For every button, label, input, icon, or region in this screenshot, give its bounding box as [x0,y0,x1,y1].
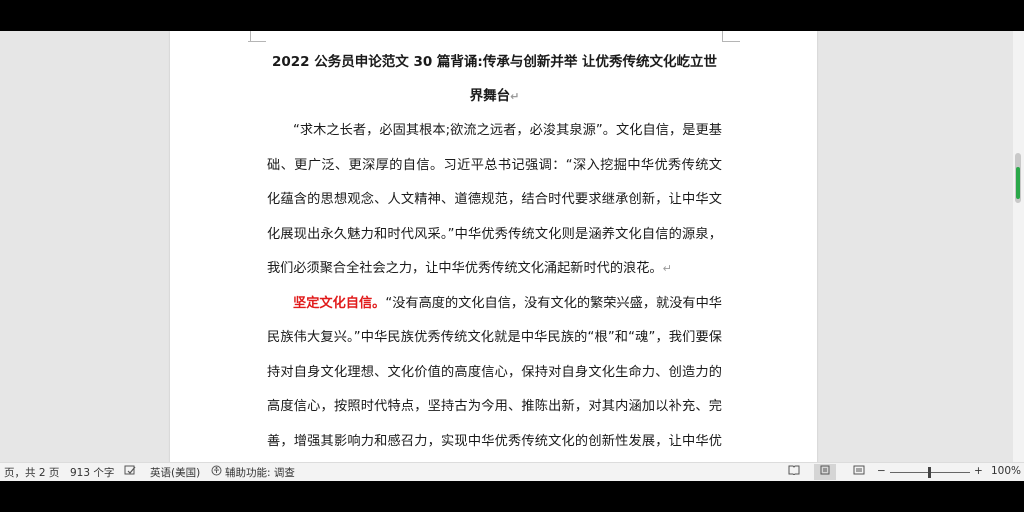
accessibility-label: 辅助功能: 调查 [225,467,295,479]
document-area[interactable]: 2022 公务员申论范文 30 篇背诵:传承与创新并举 让优秀传统文化屹立世 界… [0,31,1024,462]
language-indicator[interactable]: 英语(美国) [150,465,200,480]
accessibility-icon [211,465,222,479]
web-layout-icon[interactable] [848,464,870,480]
paragraph-1: “求木之长者，必固其根本;欲流之远者，必浚其泉源”。文化自信，是更基础、更广泛、… [267,114,722,287]
letterbox-bottom [0,481,1024,512]
scrollbar-accent [1016,167,1020,199]
document-page[interactable]: 2022 公务员申论范文 30 篇背诵:传承与创新并举 让优秀传统文化屹立世 界… [170,31,817,462]
paragraph-2-heading: 坚定文化自信。 [293,295,386,311]
letterbox-top [0,0,1024,31]
margin-marker-top-right [722,31,723,41]
read-mode-icon[interactable] [783,464,805,480]
paragraph-1-text: “求木之长者，必固其根本;欲流之远者，必浚其泉源”。文化自信，是更基础、更广泛、… [267,123,722,276]
paragraph-mark: ↵ [662,262,672,275]
status-bar: 页，共 2 页 913 个字 英语(美国) 辅助功能: 调查 − + 100% [0,462,1024,482]
document-content[interactable]: 2022 公务员申论范文 30 篇背诵:传承与创新并举 让优秀传统文化屹立世 界… [267,45,722,462]
word-count[interactable]: 913 个字 [70,465,114,480]
proofing-icon[interactable] [124,465,137,480]
margin-marker-top-left-h [248,41,266,42]
margin-marker-top-right-h [722,41,740,42]
zoom-slider-thumb[interactable] [928,467,931,478]
title-line-2: 界舞台 [469,88,511,104]
title-line-1: 2022 公务员申论范文 30 篇背诵:传承与创新并举 让优秀传统文化屹立世 [271,54,718,70]
vertical-scrollbar[interactable] [1013,31,1024,462]
zoom-out-button[interactable]: − [877,465,886,477]
paragraph-2-text: “没有高度的文化自信，没有文化的繁荣兴盛，就没有中华民族伟大复兴。”中华民族优秀… [267,295,722,449]
proofing-icon-svg [124,465,136,475]
zoom-in-button[interactable]: + [974,465,983,477]
paragraph-mark: ↵ [510,90,520,103]
document-title: 2022 公务员申论范文 30 篇背诵:传承与创新并举 让优秀传统文化屹立世 界… [267,45,722,114]
accessibility-status[interactable]: 辅助功能: 调查 [211,465,295,480]
print-layout-icon[interactable] [814,464,836,480]
paragraph-2: 坚定文化自信。“没有高度的文化自信，没有文化的繁荣兴盛，就没有中华民族伟大复兴。… [267,287,722,463]
page-count[interactable]: 页，共 2 页 [4,465,59,480]
zoom-level[interactable]: 100% [991,465,1021,477]
